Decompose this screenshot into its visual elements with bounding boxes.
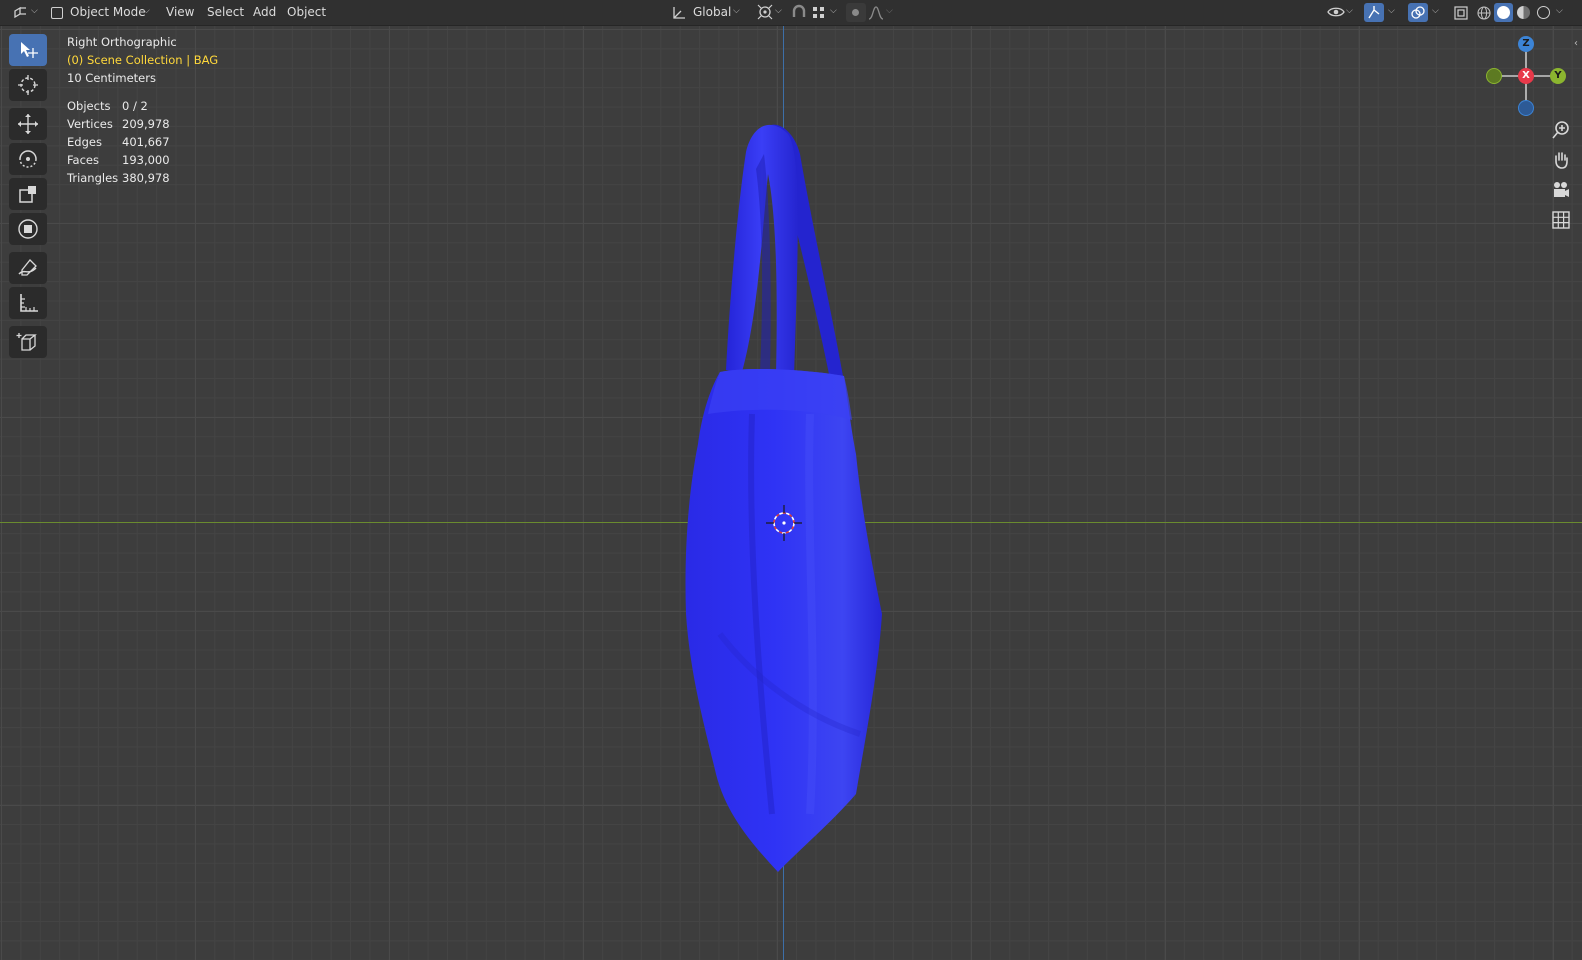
tool-move[interactable] bbox=[9, 108, 47, 140]
grid-icon bbox=[1552, 211, 1570, 229]
camera-icon bbox=[1554, 182, 1569, 197]
xray-toggle[interactable] bbox=[1451, 3, 1471, 22]
transform-tool-icon bbox=[18, 219, 38, 239]
xray-icon bbox=[1454, 6, 1468, 20]
zoom-button[interactable] bbox=[1546, 116, 1576, 144]
stat-label-triangles: Triangles bbox=[67, 171, 119, 185]
snap-grid-icon bbox=[813, 7, 824, 18]
chevron-down-icon[interactable]: ⌵ bbox=[1556, 6, 1563, 16]
chevron-down-icon[interactable]: ⌵ bbox=[1388, 6, 1395, 16]
mode-selector[interactable]: Object Mode ⌵ bbox=[47, 3, 155, 22]
pan-button[interactable] bbox=[1546, 146, 1576, 174]
pivot-point-button[interactable]: ⌵ bbox=[755, 3, 785, 22]
stat-value-objects: 0 / 2 bbox=[122, 99, 148, 113]
solid-sphere-icon bbox=[1497, 6, 1510, 19]
tool-measure[interactable] bbox=[9, 287, 47, 319]
chevron-down-icon: ⌵ bbox=[31, 6, 38, 16]
overlays-toggle[interactable] bbox=[1408, 3, 1428, 22]
material-sphere-icon bbox=[1517, 6, 1530, 19]
sidebar-toggle-arrow[interactable]: ‹ bbox=[1574, 38, 1582, 52]
shading-material-button[interactable] bbox=[1514, 3, 1533, 22]
menu-select[interactable]: Select bbox=[207, 0, 244, 25]
tool-scale[interactable] bbox=[9, 178, 47, 210]
shading-rendered-button[interactable] bbox=[1534, 3, 1553, 22]
falloff-curve-icon bbox=[868, 6, 884, 20]
stat-value-vertices: 209,978 bbox=[122, 117, 170, 131]
viewport-header: ⌵ Object Mode ⌵ View Select Add Object G… bbox=[0, 0, 1582, 26]
menu-view[interactable]: View bbox=[166, 0, 194, 25]
perspective-toggle-button[interactable] bbox=[1546, 206, 1576, 234]
orientation-icon bbox=[673, 7, 685, 19]
gizmo-toggle[interactable] bbox=[1364, 3, 1384, 22]
tool-annotate[interactable] bbox=[9, 252, 47, 284]
measure-tool-icon bbox=[20, 294, 38, 312]
gizmo-z-ball[interactable]: Z bbox=[1518, 36, 1534, 52]
stat-label-faces: Faces bbox=[67, 153, 99, 167]
select-box-tool-icon bbox=[21, 42, 38, 58]
object-mode-icon bbox=[51, 7, 63, 19]
cursor-tool-icon bbox=[18, 75, 38, 95]
stat-value-edges: 401,667 bbox=[122, 135, 170, 149]
eye-icon bbox=[1327, 7, 1345, 17]
gizmo-neg-z-ball[interactable] bbox=[1518, 100, 1534, 116]
zoom-icon bbox=[1552, 121, 1569, 139]
collection-label: (0) Scene Collection | BAG bbox=[67, 53, 219, 67]
transform-orientation-selector[interactable]: Global ⌵ bbox=[669, 3, 745, 22]
proportional-falloff-button[interactable]: ⌵ bbox=[867, 3, 897, 22]
rotate-tool-icon bbox=[19, 150, 37, 168]
chevron-down-icon: ⌵ bbox=[886, 6, 893, 16]
gizmo-icon bbox=[1368, 6, 1380, 19]
annotate-tool-icon bbox=[18, 259, 37, 276]
add-cube-tool-icon bbox=[16, 333, 37, 351]
bag-mesh[interactable] bbox=[660, 114, 920, 874]
stat-value-faces: 193,000 bbox=[122, 153, 170, 167]
navigation-gizmo[interactable]: Z Y X bbox=[1484, 36, 1566, 116]
3d-viewport[interactable]: Right Orthographic (0) Scene Collection … bbox=[0, 26, 1582, 960]
snap-toggle[interactable] bbox=[789, 3, 809, 22]
mode-label: Object Mode bbox=[70, 5, 146, 19]
stat-label-vertices: Vertices bbox=[67, 117, 113, 131]
wireframe-sphere-icon bbox=[1477, 6, 1491, 20]
menu-add[interactable]: Add bbox=[253, 0, 276, 25]
pivot-icon bbox=[757, 4, 773, 20]
proportional-edit-toggle[interactable] bbox=[846, 3, 866, 22]
move-tool-icon bbox=[18, 114, 38, 134]
view-name: Right Orthographic bbox=[67, 35, 177, 49]
grid-scale-label: 10 Centimeters bbox=[67, 71, 156, 85]
tool-add-cube[interactable] bbox=[9, 326, 47, 358]
chevron-down-icon: ⌵ bbox=[830, 6, 837, 16]
camera-view-button[interactable] bbox=[1546, 176, 1576, 204]
orientation-label: Global bbox=[693, 5, 732, 19]
chevron-down-icon[interactable]: ⌵ bbox=[1432, 6, 1439, 16]
scale-tool-icon bbox=[19, 186, 36, 203]
menu-object[interactable]: Object bbox=[287, 0, 326, 25]
snap-target-button[interactable]: ⌵ bbox=[810, 3, 840, 22]
chevron-down-icon: ⌵ bbox=[775, 6, 782, 16]
tool-rotate[interactable] bbox=[9, 143, 47, 175]
magnet-icon bbox=[792, 4, 806, 17]
gizmo-x-ball[interactable]: X bbox=[1518, 68, 1534, 84]
gizmo-y-ball[interactable]: Y bbox=[1550, 68, 1566, 84]
tool-transform[interactable] bbox=[9, 213, 47, 245]
shading-wireframe-button[interactable] bbox=[1474, 3, 1493, 22]
stat-value-triangles: 380,978 bbox=[122, 171, 170, 185]
shading-solid-button[interactable] bbox=[1494, 3, 1513, 22]
stat-label-edges: Edges bbox=[67, 135, 102, 149]
overlays-icon bbox=[1411, 6, 1425, 19]
chevron-down-icon: ⌵ bbox=[143, 6, 150, 16]
chevron-down-icon: ⌵ bbox=[733, 6, 740, 16]
gizmo-neg-y-ball[interactable] bbox=[1486, 68, 1502, 84]
tool-select-box[interactable] bbox=[9, 34, 47, 66]
editor-type-button[interactable]: ⌵ bbox=[9, 3, 39, 22]
3d-cursor[interactable] bbox=[764, 503, 804, 543]
visibility-button[interactable]: ⌵ bbox=[1327, 3, 1357, 22]
chevron-down-icon: ⌵ bbox=[1346, 6, 1353, 16]
stat-label-objects: Objects bbox=[67, 99, 111, 113]
proportional-icon bbox=[852, 9, 859, 16]
3d-viewport-icon bbox=[14, 6, 26, 19]
tool-cursor[interactable] bbox=[9, 69, 47, 101]
hand-icon bbox=[1555, 152, 1568, 169]
rendered-sphere-icon bbox=[1537, 6, 1550, 19]
